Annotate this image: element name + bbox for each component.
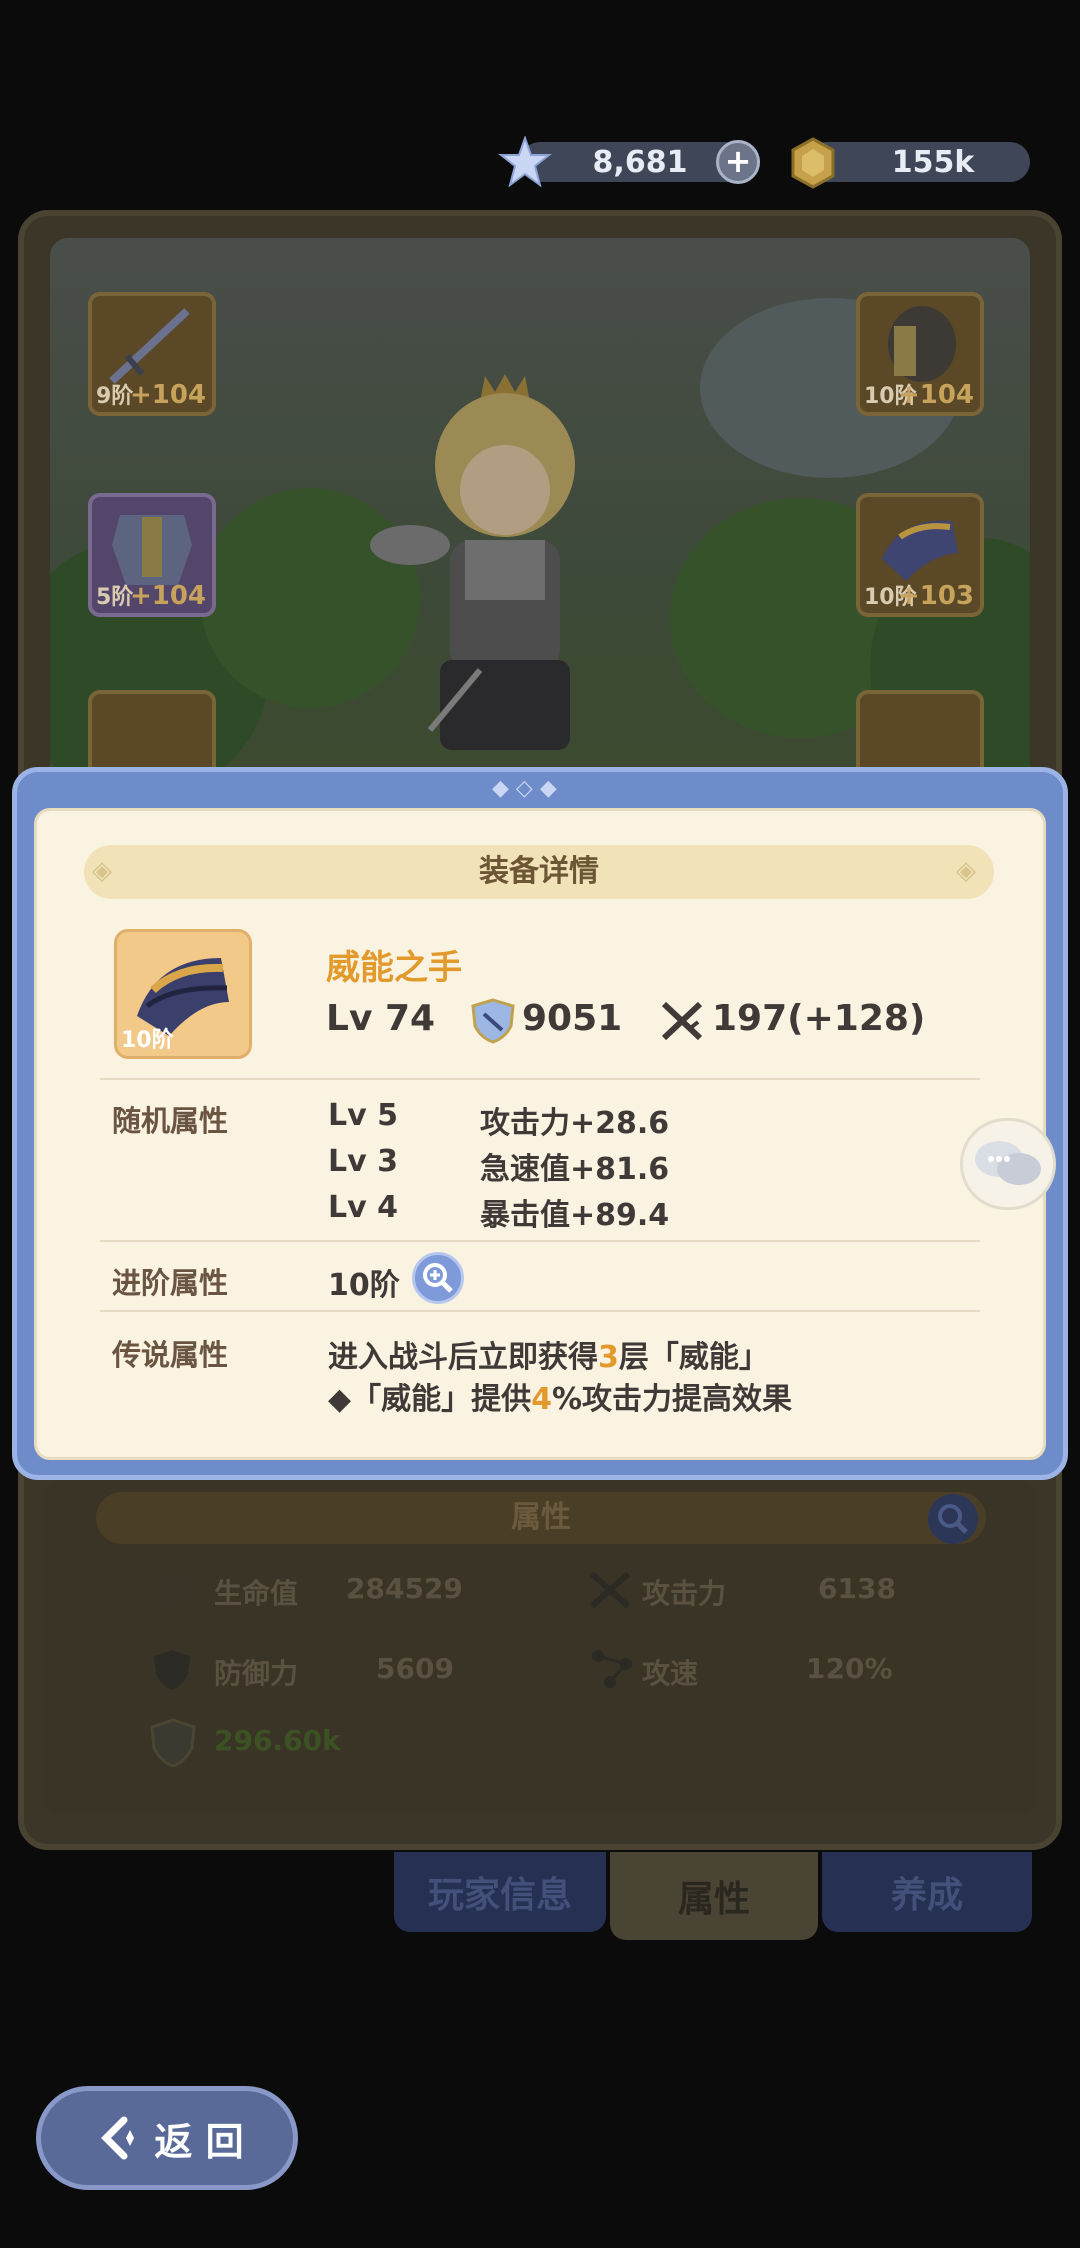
dialog-ornament: ◆ ◇ ◆ — [492, 776, 557, 801]
advance-value: 10阶 — [328, 1268, 400, 1303]
slot-tier: 5阶 — [96, 585, 134, 610]
atk-label: 攻击力 — [642, 1577, 727, 1610]
def-label: 防御力 — [214, 1657, 299, 1690]
attack-icon — [661, 1001, 703, 1041]
random-attr-value: 暴击值+89.4 — [480, 1198, 670, 1233]
legend-line-2: ◆「威能」提供4%攻击力提高效果 — [328, 1382, 793, 1417]
tab-training[interactable]: 养成 — [822, 1852, 1032, 1932]
tab-label: 玩家信息 — [427, 1875, 572, 1916]
legend-attrs-label: 传说属性 — [112, 1338, 229, 1372]
random-attr-value: 急速值+81.6 — [480, 1152, 670, 1187]
chat-button[interactable] — [960, 1118, 1056, 1210]
random-attr-level: Lv 4 — [328, 1190, 398, 1225]
title-ornament-left: ◈ — [92, 856, 112, 886]
power-value: 296.60k — [214, 1724, 341, 1757]
slot-plus: +104 — [129, 380, 206, 410]
helmet-slot[interactable]: 10阶 +104 — [856, 292, 984, 416]
divider — [100, 1240, 980, 1242]
back-button[interactable]: 返 回 — [36, 2086, 298, 2190]
back-label: 返 回 — [154, 2119, 244, 2164]
power-icon — [150, 1718, 196, 1768]
chat-icon — [975, 1141, 1041, 1185]
divider — [100, 1078, 980, 1080]
spd-label: 攻速 — [642, 1657, 699, 1690]
armor-slot[interactable]: 5阶 +104 — [88, 493, 216, 617]
dialog-title: 装备详情 — [84, 845, 994, 899]
zoom-in-icon — [423, 1263, 453, 1293]
hp-label: 生命值 — [214, 1577, 299, 1610]
gloves-slot[interactable]: 10阶 +103 — [856, 493, 984, 617]
atk-value: 6138 — [818, 1572, 896, 1605]
random-attr-level: Lv 3 — [328, 1144, 398, 1179]
tab-player-info[interactable]: 玩家信息 — [394, 1852, 606, 1932]
heart-icon — [154, 1572, 194, 1608]
spd-value: 120% — [806, 1652, 893, 1685]
power-icon — [471, 998, 515, 1044]
magnifier-icon — [938, 1504, 968, 1534]
item-power: 9051 — [522, 998, 623, 1039]
attack-icon — [590, 1571, 630, 1609]
item-level: Lv 74 — [326, 998, 436, 1039]
tab-label: 养成 — [890, 1875, 963, 1916]
hp-value: 284529 — [346, 1572, 463, 1605]
random-attr-value: 攻击力+28.6 — [480, 1106, 670, 1141]
item-attack: 197(+128) — [712, 998, 926, 1039]
shield-icon — [154, 1650, 190, 1690]
item-tier: 10阶 — [121, 1028, 174, 1053]
add-gems-button[interactable]: + — [716, 140, 760, 184]
weapon-slot[interactable]: 9阶 +104 — [88, 292, 216, 416]
random-attr-level: Lv 5 — [328, 1098, 398, 1133]
tab-attributes[interactable]: 属性 — [610, 1852, 818, 1940]
divider — [100, 1310, 980, 1312]
item-name: 威能之手 — [326, 948, 462, 988]
attack-speed-icon — [592, 1650, 632, 1688]
advance-detail-button[interactable] — [412, 1252, 464, 1304]
gem-icon — [498, 136, 552, 188]
slot-plus: +103 — [897, 581, 974, 611]
title-ornament-right: ◈ — [956, 856, 976, 886]
advance-attrs-label: 进阶属性 — [112, 1266, 229, 1300]
legend-line-1: 进入战斗后立即获得3层「威能」 — [328, 1340, 769, 1375]
character-sprite — [370, 374, 575, 750]
slot-plus: +104 — [129, 581, 206, 611]
slot-tier: 9阶 — [96, 384, 134, 409]
tab-label: 属性 — [677, 1879, 750, 1920]
coin-icon — [791, 137, 835, 189]
slot-plus: +104 — [897, 380, 974, 410]
attributes-title: 属性 — [96, 1492, 986, 1544]
coin-count: 155k — [891, 144, 975, 180]
random-attrs-label: 随机属性 — [112, 1104, 229, 1138]
gem-count: 8,681 — [592, 144, 688, 180]
def-value: 5609 — [376, 1652, 454, 1685]
back-arrow-icon — [101, 2116, 135, 2160]
attributes-search-button[interactable] — [928, 1494, 978, 1544]
item-icon-frame: 10阶 — [114, 929, 252, 1059]
